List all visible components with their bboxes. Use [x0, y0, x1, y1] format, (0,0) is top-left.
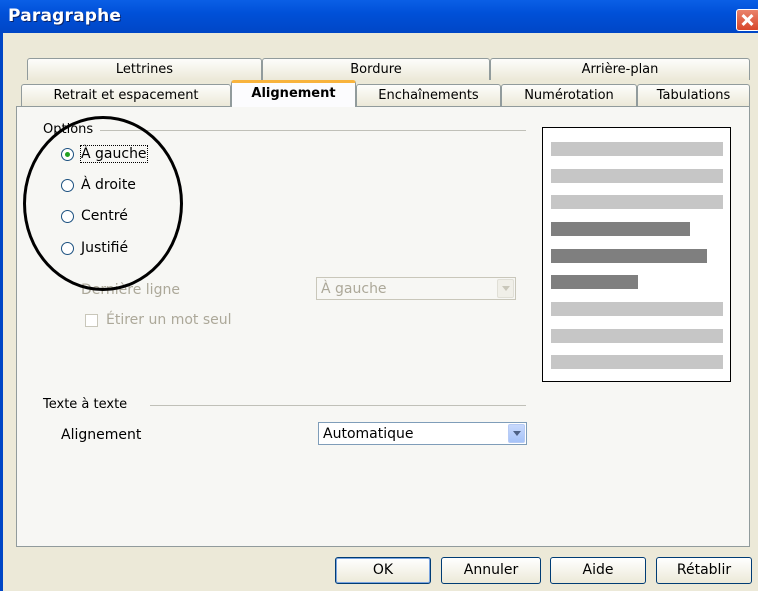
options-divider	[100, 130, 526, 131]
radio-a-gauche-control[interactable]	[61, 148, 74, 161]
radio-centre[interactable]: Centré	[61, 208, 201, 228]
radio-centre-label: Centré	[81, 208, 128, 224]
window-title: Paragraphe	[8, 6, 122, 26]
radio-a-droite-control[interactable]	[61, 179, 74, 192]
last-line-value: À gauche	[321, 281, 387, 297]
preview-context-line	[551, 169, 723, 183]
stretch-word-checkbox	[85, 314, 98, 327]
radio-a-gauche[interactable]: À gauche	[61, 145, 201, 166]
preview-context-line	[551, 329, 723, 343]
chevron-down-icon[interactable]	[508, 424, 525, 443]
text-to-text-divider	[150, 405, 526, 406]
reset-button[interactable]: Rétablir	[656, 557, 752, 584]
radio-a-droite[interactable]: À droite	[61, 177, 201, 197]
tab-numerotation[interactable]: Numérotation	[501, 84, 637, 106]
tab-alignement[interactable]: Alignement	[231, 80, 356, 107]
chevron-down-icon	[497, 279, 514, 298]
preview-context-line	[551, 302, 723, 316]
stretch-word-label: Étirer un mot seul	[106, 312, 232, 328]
tab-enchainements[interactable]: Enchaînements	[356, 84, 501, 106]
window-border	[0, 33, 3, 591]
cancel-button[interactable]: Annuler	[441, 557, 541, 584]
tab-retrait-espacement[interactable]: Retrait et espacement	[21, 84, 231, 106]
last-line-combo: À gauche	[316, 277, 516, 300]
preview-paragraph-line	[551, 249, 707, 263]
paragraph-dialog: Paragraphe Lettrines Bordure Arrière-pla…	[0, 0, 758, 591]
help-button[interactable]: Aide	[550, 557, 646, 584]
radio-justifie-control[interactable]	[61, 242, 74, 255]
preview-context-line	[551, 195, 723, 209]
alignment-value: Automatique	[323, 426, 414, 442]
radio-justifie[interactable]: Justifié	[61, 240, 201, 260]
options-section-label: Options	[43, 122, 100, 137]
text-to-text-section-label: Texte à texte	[43, 397, 134, 412]
alignment-combo[interactable]: Automatique	[318, 422, 527, 445]
radio-a-gauche-label: À gauche	[80, 145, 148, 163]
tab-lettrines[interactable]: Lettrines	[27, 58, 262, 80]
preview-context-line	[551, 355, 723, 369]
radio-centre-control[interactable]	[61, 210, 74, 223]
preview-context-line	[551, 142, 723, 156]
radio-justifie-label: Justifié	[81, 240, 129, 256]
title-bar[interactable]: Paragraphe	[0, 0, 758, 33]
tab-arriere-plan[interactable]: Arrière-plan	[490, 58, 750, 80]
preview-paragraph-line	[551, 222, 690, 236]
preview-paragraph-line	[551, 275, 638, 289]
radio-a-droite-label: À droite	[81, 177, 136, 193]
tab-bordure[interactable]: Bordure	[262, 58, 490, 80]
last-line-label: Dernière ligne	[81, 282, 180, 298]
alignment-label: Alignement	[61, 427, 142, 443]
close-icon[interactable]	[736, 9, 758, 31]
ok-button[interactable]: OK	[335, 557, 431, 584]
tab-tabulations[interactable]: Tabulations	[637, 84, 750, 106]
alignment-preview	[542, 127, 731, 382]
